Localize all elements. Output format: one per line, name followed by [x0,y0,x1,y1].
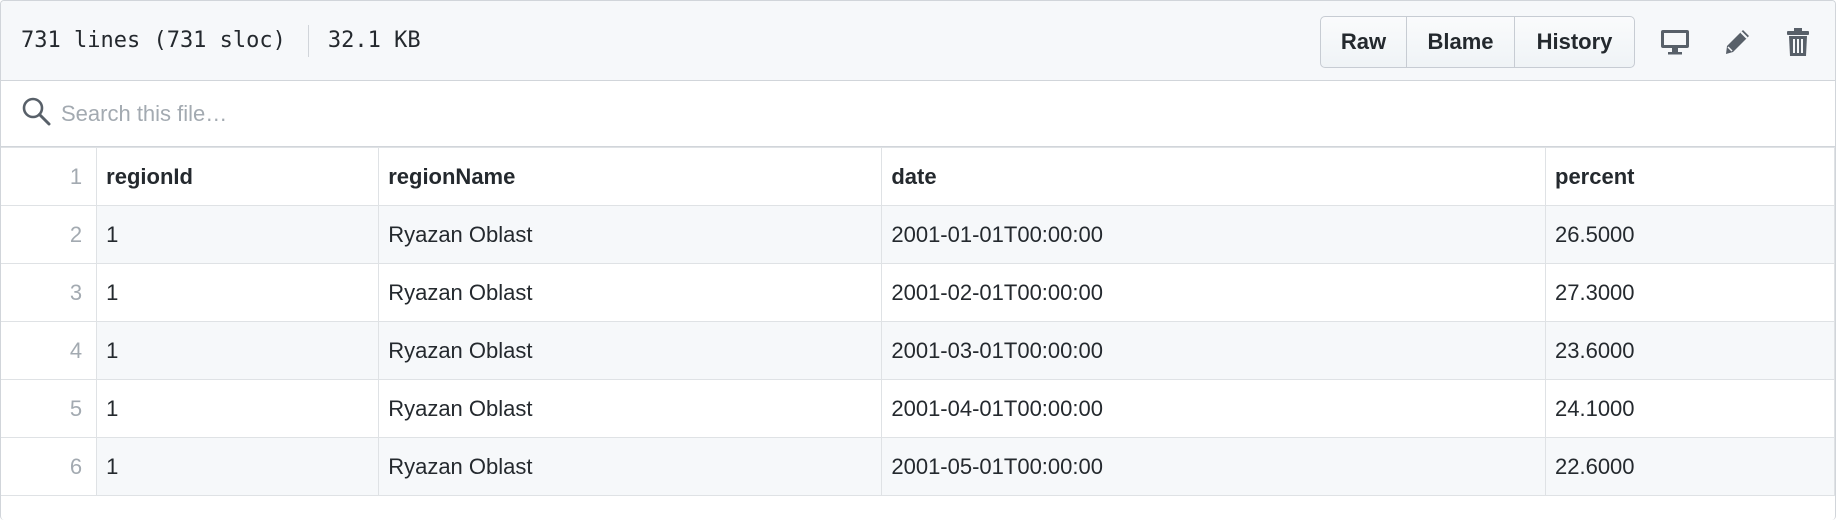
table-cell: 1 [96,205,380,264]
table-cell: 23.6000 [1545,321,1835,380]
table-header-row: 1 regionId regionName date percent [1,147,1835,206]
file-actions-button-group: Raw Blame History [1320,16,1635,68]
table-cell: Ryazan Oblast [378,379,883,438]
table-cell: Ryazan Oblast [378,263,883,322]
table-cell: 2001-02-01T00:00:00 [881,263,1546,322]
table-cell: 1 [96,263,380,322]
table-cell: 27.3000 [1545,263,1835,322]
file-search-bar [1,81,1835,147]
table-cell: 26.5000 [1545,205,1835,264]
line-number[interactable]: 2 [1,205,98,264]
raw-button[interactable]: Raw [1321,17,1407,67]
line-number[interactable]: 1 [1,147,98,206]
history-button[interactable]: History [1515,17,1634,67]
table-row: 5 1 Ryazan Oblast 2001-04-01T00:00:00 24.100… [1,379,1835,438]
line-number[interactable]: 6 [1,437,98,496]
table-cell: 1 [96,437,380,496]
table-cell: 2001-03-01T00:00:00 [881,321,1546,380]
file-box: 731 lines (731 sloc) 32.1 KB Raw Blame H… [0,0,1836,520]
table-cell: 2001-05-01T00:00:00 [881,437,1546,496]
table-cell: 1 [96,379,380,438]
csv-table: 1 regionId regionName date percent 2 1 Ryazan O… [1,147,1835,496]
table-cell: 22.6000 [1545,437,1835,496]
table-cell: Ryazan Oblast [378,437,883,496]
column-header: date [881,147,1546,206]
line-count: 731 lines (731 sloc) [21,28,286,53]
table-cell: 1 [96,321,380,380]
file-info-divider [307,24,309,57]
table-cell: 2001-04-01T00:00:00 [881,379,1546,438]
table-row: 3 1 Ryazan Oblast 2001-02-01T00:00:00 27.300… [1,263,1835,322]
table-cell: Ryazan Oblast [378,205,883,264]
line-number[interactable]: 5 [1,379,98,438]
table-row: 4 1 Ryazan Oblast 2001-03-01T00:00:00 23.600… [1,321,1835,380]
table-row: 2 1 Ryazan Oblast 2001-01-01T00:00:00 26.500… [1,205,1835,264]
column-header: regionId [96,147,380,206]
table-cell: 24.1000 [1545,379,1835,438]
table-row: 6 1 Ryazan Oblast 2001-05-01T00:00:00 22.600… [1,437,1835,496]
pencil-icon[interactable] [1721,26,1753,58]
trashcan-icon[interactable] [1782,26,1814,58]
table-cell: 2001-01-01T00:00:00 [881,205,1546,264]
search-input[interactable] [59,99,1663,128]
file-header: 731 lines (731 sloc) 32.1 KB Raw Blame H… [1,1,1835,81]
line-number[interactable]: 4 [1,321,98,380]
line-number[interactable]: 3 [1,263,98,322]
desktop-icon[interactable] [1659,26,1691,58]
search-icon [21,96,51,131]
column-header: percent [1545,147,1835,206]
table-cell: Ryazan Oblast [378,321,883,380]
file-size: 32.1 KB [327,28,421,53]
column-header: regionName [378,147,883,206]
file-info: 731 lines (731 sloc) 32.1 KB [21,24,421,57]
blame-button[interactable]: Blame [1407,17,1515,67]
